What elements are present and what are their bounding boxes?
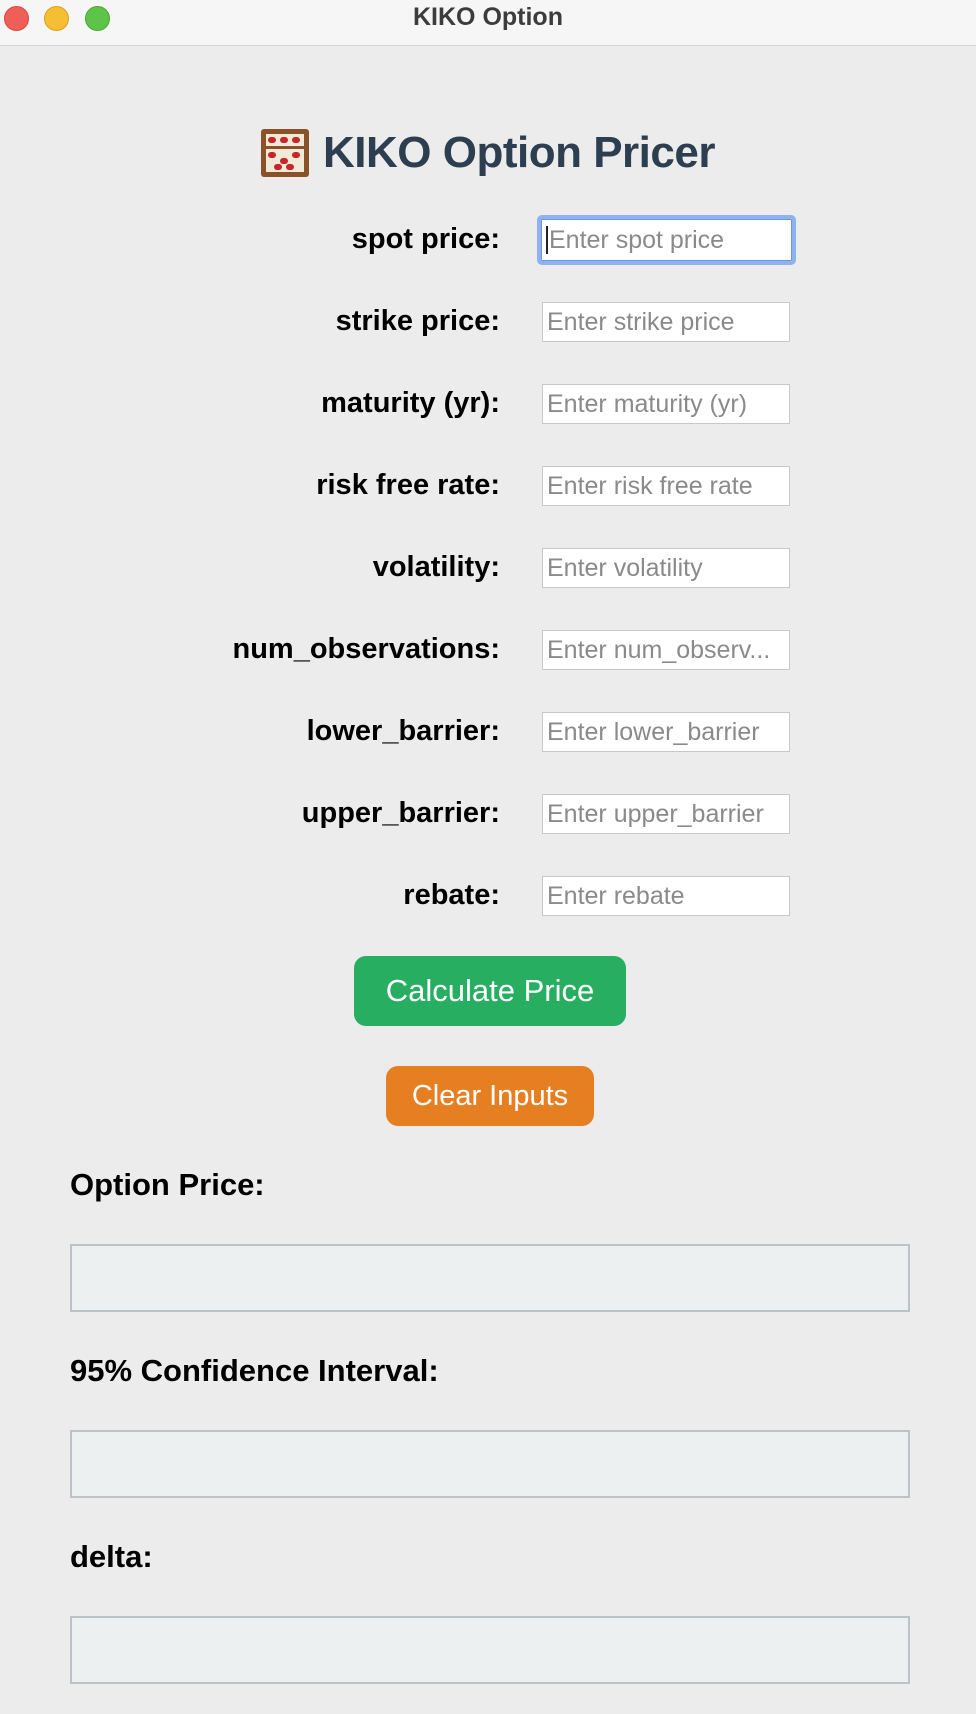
maturity-input[interactable]: [542, 384, 790, 424]
rebate-input[interactable]: [542, 876, 790, 916]
delta-label: delta:: [70, 1539, 153, 1574]
spot-price-row: spot price:: [0, 213, 976, 265]
maturity-row: maturity (yr):: [0, 377, 976, 429]
num-observations-row: num_observations:: [0, 623, 976, 675]
volatility-row: volatility:: [0, 541, 976, 593]
lower-barrier-label: lower_barrier:: [306, 715, 500, 747]
window-title: KIKO Option: [413, 3, 563, 31]
abacus-icon: [261, 129, 310, 177]
volatility-input[interactable]: [542, 548, 790, 588]
spot-price-label: spot price:: [351, 223, 500, 255]
delta-output: [70, 1616, 910, 1684]
rebate-label: rebate:: [403, 879, 500, 911]
strike-price-row: strike price:: [0, 295, 976, 347]
option-price-label: Option Price:: [70, 1167, 265, 1202]
app-header: KIKO Option Pricer: [0, 122, 976, 184]
spot-price-input[interactable]: [537, 215, 796, 265]
upper-barrier-label: upper_barrier:: [301, 797, 500, 829]
lower-barrier-row: lower_barrier:: [0, 705, 976, 757]
strike-price-input[interactable]: [542, 302, 790, 342]
risk-free-rate-input[interactable]: [542, 466, 790, 506]
volatility-label: volatility:: [372, 551, 500, 583]
clear-inputs-button[interactable]: Clear Inputs: [386, 1066, 594, 1126]
risk-free-rate-label: risk free rate:: [316, 469, 500, 501]
app-window: KIKO Option KIKO Option Pricer spot pric…: [0, 0, 976, 1714]
calculate-price-button[interactable]: Calculate Price: [354, 956, 626, 1026]
upper-barrier-input[interactable]: [542, 794, 790, 834]
num-observations-input[interactable]: [542, 630, 790, 670]
rebate-row: rebate:: [0, 869, 976, 921]
app-heading: KIKO Option Pricer: [323, 128, 715, 177]
confidence-interval-label: 95% Confidence Interval:: [70, 1353, 439, 1388]
text-caret: [546, 226, 548, 254]
maturity-label: maturity (yr):: [321, 387, 500, 419]
lower-barrier-input[interactable]: [542, 712, 790, 752]
upper-barrier-row: upper_barrier:: [0, 787, 976, 839]
strike-price-label: strike price:: [335, 305, 500, 337]
title-bar: KIKO Option: [0, 0, 976, 46]
num-observations-label: num_observations:: [232, 633, 501, 665]
risk-free-rate-row: risk free rate:: [0, 459, 976, 511]
confidence-interval-output: [70, 1430, 910, 1498]
option-price-output: [70, 1244, 910, 1312]
